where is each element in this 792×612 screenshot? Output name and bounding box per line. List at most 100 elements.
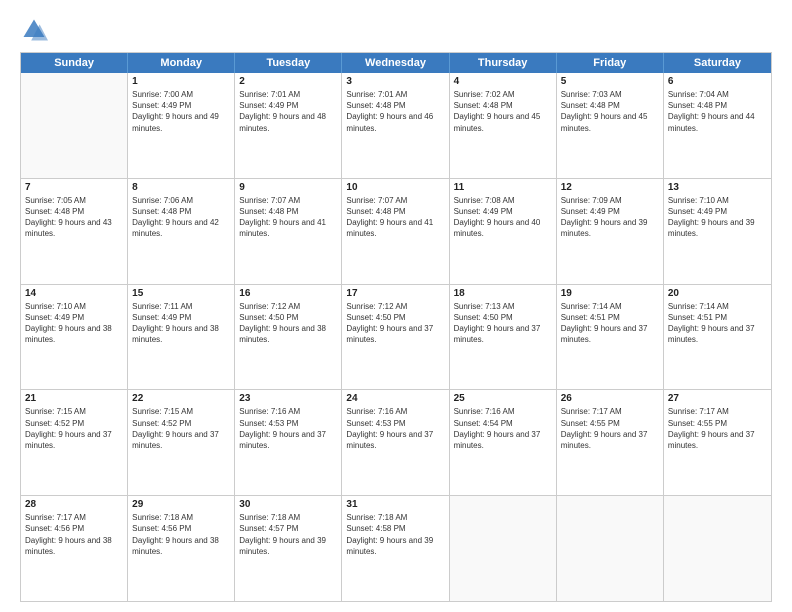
calendar-row: 14 Sunrise: 7:10 AMSunset: 4:49 PMDayligh…: [21, 285, 771, 391]
day-number: 26: [561, 393, 659, 404]
calendar-cell: 3 Sunrise: 7:01 AMSunset: 4:48 PMDaylight…: [342, 73, 449, 178]
calendar-cell: 2Sunrise: 7:01 AMSunset: 4:49 PMDaylight…: [235, 73, 342, 178]
day-info: Sunrise: 7:18 AMSunset: 4:56 PMDaylight:…: [132, 512, 230, 557]
weekday-header: Sunday: [21, 53, 128, 73]
day-info: Sunrise: 7:10 AMSunset: 4:49 PMDaylight:…: [25, 301, 123, 346]
day-number: 27: [668, 393, 767, 404]
day-info: Sunrise: 7:14 AMSunset: 4:51 PMDaylight:…: [668, 301, 767, 346]
day-number: 30: [239, 499, 337, 510]
day-info: Sunrise: 7:15 AMSunset: 4:52 PMDaylight:…: [132, 406, 230, 451]
calendar-cell: 14 Sunrise: 7:10 AMSunset: 4:49 PMDayligh…: [21, 285, 128, 390]
calendar-body: 1 Sunrise: 7:00 AMSunset: 4:49 PMDaylight…: [21, 73, 771, 601]
calendar-cell: 19Sunrise: 7:14 AMSunset: 4:51 PMDayligh…: [557, 285, 664, 390]
day-info: Sunrise: 7:03 AMSunset: 4:48 PMDaylight:…: [561, 89, 659, 134]
day-number: 17: [346, 288, 444, 299]
day-info: Sunrise: 7:06 AMSunset: 4:48 PMDaylight:…: [132, 195, 230, 240]
day-info: Sunrise: 7:07 AMSunset: 4:48 PMDaylight:…: [239, 195, 337, 240]
day-number: 15: [132, 288, 230, 299]
calendar-cell: 28 Sunrise: 7:17 AMSunset: 4:56 PMDayligh…: [21, 496, 128, 601]
calendar-cell: 17Sunrise: 7:12 AMSunset: 4:50 PMDayligh…: [342, 285, 449, 390]
day-info: Sunrise: 7:09 AMSunset: 4:49 PMDaylight:…: [561, 195, 659, 240]
calendar-cell: 21 Sunrise: 7:15 AMSunset: 4:52 PMDayligh…: [21, 390, 128, 495]
day-number: 18: [454, 288, 552, 299]
day-number: 3: [346, 76, 444, 87]
day-number: 7: [25, 182, 123, 193]
page: SundayMondayTuesdayWednesdayThursdayFrid…: [0, 0, 792, 612]
calendar-row: 28 Sunrise: 7:17 AMSunset: 4:56 PMDayligh…: [21, 496, 771, 601]
day-number: 10: [346, 182, 444, 193]
day-info: Sunrise: 7:11 AMSunset: 4:49 PMDaylight:…: [132, 301, 230, 346]
calendar-cell: [21, 73, 128, 178]
day-number: 21: [25, 393, 123, 404]
calendar-cell: [450, 496, 557, 601]
calendar-cell: 31Sunrise: 7:18 AMSunset: 4:58 PMDayligh…: [342, 496, 449, 601]
day-info: Sunrise: 7:17 AMSunset: 4:55 PMDaylight:…: [668, 406, 767, 451]
day-number: 24: [346, 393, 444, 404]
day-info: Sunrise: 7:12 AMSunset: 4:50 PMDaylight:…: [239, 301, 337, 346]
calendar-cell: 7Sunrise: 7:05 AMSunset: 4:48 PMDaylight…: [21, 179, 128, 284]
calendar-cell: 25 Sunrise: 7:16 AMSunset: 4:54 PMDayligh…: [450, 390, 557, 495]
day-number: 13: [668, 182, 767, 193]
calendar-cell: [557, 496, 664, 601]
calendar-cell: 20 Sunrise: 7:14 AMSunset: 4:51 PMDayligh…: [664, 285, 771, 390]
day-number: 16: [239, 288, 337, 299]
day-number: 23: [239, 393, 337, 404]
day-info: Sunrise: 7:00 AMSunset: 4:49 PMDaylight:…: [132, 89, 230, 134]
calendar-cell: 13Sunrise: 7:10 AMSunset: 4:49 PMDayligh…: [664, 179, 771, 284]
calendar-cell: 12 Sunrise: 7:09 AMSunset: 4:49 PMDayligh…: [557, 179, 664, 284]
day-number: 19: [561, 288, 659, 299]
day-number: 25: [454, 393, 552, 404]
day-info: Sunrise: 7:17 AMSunset: 4:56 PMDaylight:…: [25, 512, 123, 557]
day-info: Sunrise: 7:04 AMSunset: 4:48 PMDaylight:…: [668, 89, 767, 134]
day-number: 29: [132, 499, 230, 510]
weekday-header: Monday: [128, 53, 235, 73]
calendar-cell: 5 Sunrise: 7:03 AMSunset: 4:48 PMDaylight…: [557, 73, 664, 178]
logo-icon: [20, 16, 48, 44]
calendar-cell: 29 Sunrise: 7:18 AMSunset: 4:56 PMDayligh…: [128, 496, 235, 601]
calendar: SundayMondayTuesdayWednesdayThursdayFrid…: [20, 52, 772, 602]
header: [20, 16, 772, 44]
day-number: 11: [454, 182, 552, 193]
day-number: 2: [239, 76, 337, 87]
day-number: 8: [132, 182, 230, 193]
calendar-header: SundayMondayTuesdayWednesdayThursdayFrid…: [21, 53, 771, 73]
calendar-cell: 1 Sunrise: 7:00 AMSunset: 4:49 PMDaylight…: [128, 73, 235, 178]
calendar-cell: 27 Sunrise: 7:17 AMSunset: 4:55 PMDayligh…: [664, 390, 771, 495]
weekday-header: Thursday: [450, 53, 557, 73]
day-info: Sunrise: 7:15 AMSunset: 4:52 PMDaylight:…: [25, 406, 123, 451]
day-info: Sunrise: 7:16 AMSunset: 4:54 PMDaylight:…: [454, 406, 552, 451]
calendar-cell: 30 Sunrise: 7:18 AMSunset: 4:57 PMDayligh…: [235, 496, 342, 601]
day-info: Sunrise: 7:16 AMSunset: 4:53 PMDaylight:…: [346, 406, 444, 451]
day-info: Sunrise: 7:18 AMSunset: 4:57 PMDaylight:…: [239, 512, 337, 557]
day-info: Sunrise: 7:13 AMSunset: 4:50 PMDaylight:…: [454, 301, 552, 346]
day-info: Sunrise: 7:02 AMSunset: 4:48 PMDaylight:…: [454, 89, 552, 134]
calendar-row: 1 Sunrise: 7:00 AMSunset: 4:49 PMDaylight…: [21, 73, 771, 179]
weekday-header: Wednesday: [342, 53, 449, 73]
day-info: Sunrise: 7:07 AMSunset: 4:48 PMDaylight:…: [346, 195, 444, 240]
day-number: 1: [132, 76, 230, 87]
day-number: 20: [668, 288, 767, 299]
day-number: 4: [454, 76, 552, 87]
day-number: 14: [25, 288, 123, 299]
calendar-cell: 23 Sunrise: 7:16 AMSunset: 4:53 PMDayligh…: [235, 390, 342, 495]
logo: [20, 16, 52, 44]
day-info: Sunrise: 7:16 AMSunset: 4:53 PMDaylight:…: [239, 406, 337, 451]
day-info: Sunrise: 7:17 AMSunset: 4:55 PMDaylight:…: [561, 406, 659, 451]
calendar-cell: 4 Sunrise: 7:02 AMSunset: 4:48 PMDaylight…: [450, 73, 557, 178]
day-number: 28: [25, 499, 123, 510]
calendar-row: 7Sunrise: 7:05 AMSunset: 4:48 PMDaylight…: [21, 179, 771, 285]
calendar-cell: 8 Sunrise: 7:06 AMSunset: 4:48 PMDaylight…: [128, 179, 235, 284]
day-number: 22: [132, 393, 230, 404]
calendar-cell: 24 Sunrise: 7:16 AMSunset: 4:53 PMDayligh…: [342, 390, 449, 495]
calendar-cell: 15 Sunrise: 7:11 AMSunset: 4:49 PMDayligh…: [128, 285, 235, 390]
day-number: 12: [561, 182, 659, 193]
day-number: 5: [561, 76, 659, 87]
calendar-cell: 11Sunrise: 7:08 AMSunset: 4:49 PMDayligh…: [450, 179, 557, 284]
calendar-cell: [664, 496, 771, 601]
weekday-header: Saturday: [664, 53, 771, 73]
calendar-cell: 26 Sunrise: 7:17 AMSunset: 4:55 PMDayligh…: [557, 390, 664, 495]
calendar-cell: 6Sunrise: 7:04 AMSunset: 4:48 PMDaylight…: [664, 73, 771, 178]
calendar-cell: 16 Sunrise: 7:12 AMSunset: 4:50 PMDayligh…: [235, 285, 342, 390]
day-info: Sunrise: 7:01 AMSunset: 4:48 PMDaylight:…: [346, 89, 444, 134]
weekday-header: Tuesday: [235, 53, 342, 73]
